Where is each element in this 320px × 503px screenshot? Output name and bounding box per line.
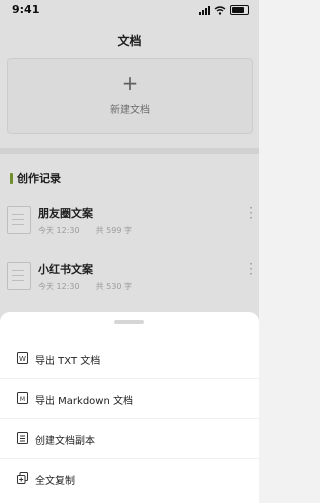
svg-text:M: M [20,396,25,403]
action-sheet: W 导出 TXT 文档 M 导出 Markdown 文档 创建文档副本 全文复制 [0,312,259,503]
export-txt-label: 导出 TXT 文档 [35,356,101,367]
sheet-drag-handle[interactable] [114,320,144,324]
txt-file-icon: W [17,352,28,364]
export-markdown-button[interactable]: M 导出 Markdown 文档 [0,379,259,419]
export-markdown-label: 导出 Markdown 文档 [35,396,133,407]
duplicate-icon [17,472,28,484]
export-txt-button[interactable]: W 导出 TXT 文档 [0,339,259,379]
copy-doc-icon [17,432,28,444]
create-copy-label: 创建文档副本 [35,436,95,447]
svg-text:W: W [19,355,26,363]
markdown-file-icon: M [17,392,28,404]
copy-all-button[interactable]: 全文复制 [0,459,259,498]
copy-all-label: 全文复制 [35,476,75,487]
create-copy-button[interactable]: 创建文档副本 [0,419,259,459]
